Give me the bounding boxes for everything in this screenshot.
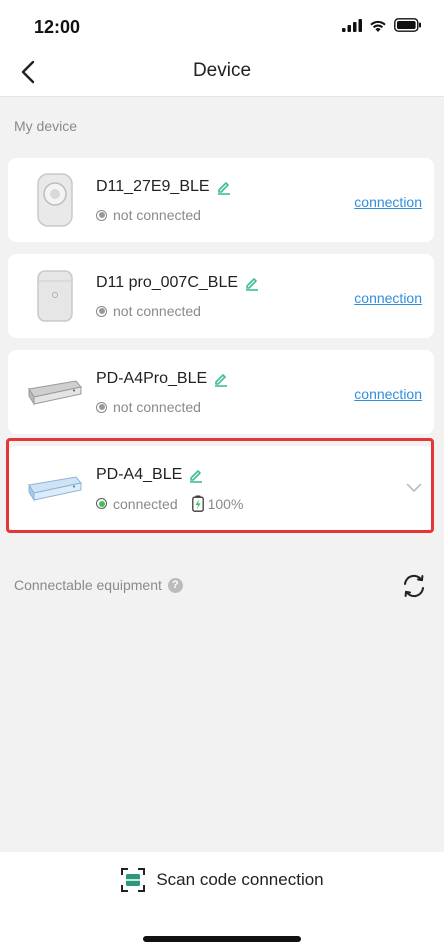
device-name-text: PD-A4Pro_BLE — [96, 370, 208, 387]
d11-pro-device-icon — [37, 270, 73, 322]
scan-code-connection-button[interactable]: Scan code connection — [0, 867, 444, 893]
device-thumbnail — [24, 170, 86, 230]
device-card-pd-a4[interactable]: PD-A4_BLE connected 100% — [8, 446, 434, 530]
device-card-d11-pro[interactable]: D11 pro_007C_BLE not connected connectio… — [8, 254, 434, 338]
signal-icon — [342, 18, 362, 32]
status-bar: 12:00 — [0, 0, 444, 48]
device-status-text: not connected — [113, 399, 201, 415]
device-name-text: D11 pro_007C_BLE — [96, 274, 239, 291]
device-name: PD-A4Pro_BLE — [96, 370, 229, 388]
nav-bar: Device — [0, 48, 444, 97]
edit-pencil-icon[interactable] — [216, 179, 232, 195]
help-icon[interactable]: ? — [167, 577, 183, 593]
device-status: not connected — [96, 207, 201, 223]
pd-a4pro-device-icon — [28, 380, 82, 406]
edit-pencil-icon[interactable] — [244, 275, 260, 291]
wifi-icon — [370, 20, 386, 32]
home-indicator — [143, 936, 301, 942]
status-dot — [96, 401, 107, 413]
device-status-text: connected — [113, 495, 178, 512]
scan-qr-icon — [121, 868, 146, 892]
connectable-label-text: Connectable equipment — [14, 577, 162, 593]
pd-a4-device-icon — [28, 476, 82, 502]
device-card-pd-a4pro[interactable]: PD-A4Pro_BLE not connected connection — [8, 350, 434, 434]
battery-percent: 100% — [207, 495, 244, 512]
connection-link[interactable]: connection — [354, 194, 422, 210]
device-thumbnail — [20, 362, 90, 422]
edit-pencil-icon[interactable] — [188, 467, 204, 483]
connection-link[interactable]: connection — [354, 290, 422, 306]
d11-device-icon — [37, 173, 73, 227]
device-card-d11[interactable]: D11_27E9_BLE not connected connection — [8, 158, 434, 242]
refresh-icon — [404, 574, 424, 598]
device-name: PD-A4_BLE — [96, 466, 204, 484]
device-thumbnail — [20, 458, 90, 518]
device-name: D11_27E9_BLE — [96, 178, 232, 196]
device-status: connected 100% — [96, 495, 243, 512]
bottom-bar: Scan code connection — [0, 852, 444, 949]
battery-level: 100% — [191, 495, 244, 512]
device-name-text: D11_27E9_BLE — [96, 178, 210, 195]
device-thumbnail — [24, 266, 86, 326]
expand-button[interactable] — [406, 480, 422, 498]
status-dot — [96, 498, 107, 509]
connectable-equipment-label: Connectable equipment ? — [14, 577, 183, 593]
device-status: not connected — [96, 303, 201, 319]
edit-pencil-icon[interactable] — [213, 371, 229, 387]
battery-icon — [394, 18, 421, 32]
scan-label: Scan code connection — [156, 870, 324, 889]
my-device-label: My device — [14, 118, 78, 134]
device-status-text: not connected — [113, 207, 201, 223]
device-status: not connected — [96, 399, 201, 415]
device-name: D11 pro_007C_BLE — [96, 274, 260, 292]
refresh-button[interactable] — [400, 572, 428, 600]
device-status-text: not connected — [113, 303, 201, 319]
page-title: Device — [192, 60, 252, 81]
chevron-down-icon — [406, 483, 422, 492]
status-dot — [96, 305, 107, 317]
battery-charging-icon — [191, 495, 204, 512]
status-dot — [96, 209, 107, 221]
device-name-text: PD-A4_BLE — [96, 466, 183, 483]
status-time: 12:00 — [34, 17, 81, 37]
connection-link[interactable]: connection — [354, 386, 422, 402]
status-icons — [342, 18, 422, 32]
